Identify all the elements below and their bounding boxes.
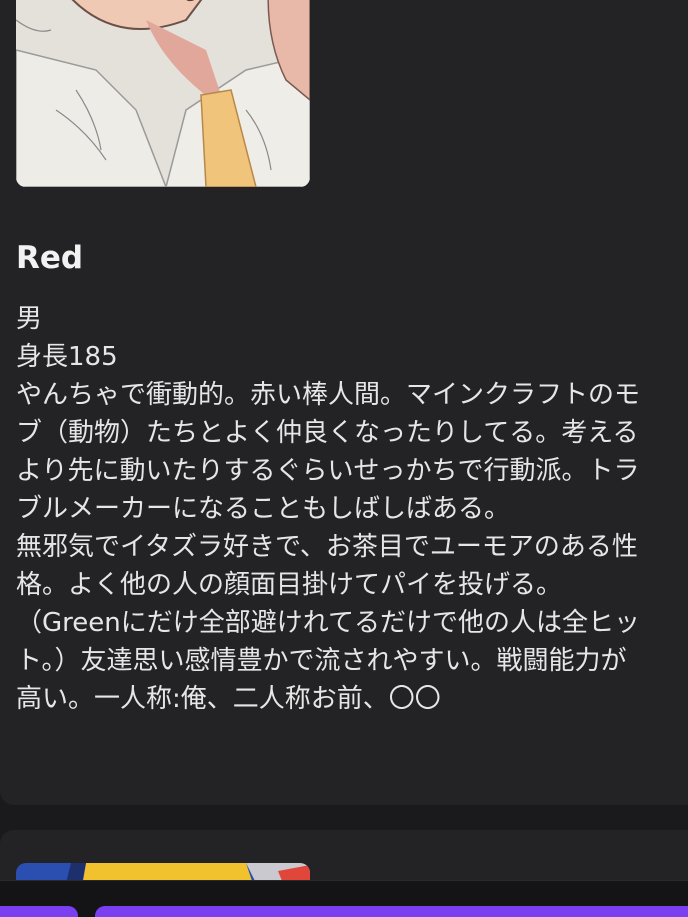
character-portrait[interactable] <box>16 0 310 187</box>
profile-line: （Greenにだけ全部避けれてるだけで他の人は全ヒッ <box>16 608 640 638</box>
profile-line: 無邪気でイタズラ好きで、お茶目でユーモアのある性 <box>16 532 638 562</box>
toolbar-right-button[interactable] <box>95 906 688 917</box>
profile-line: 身長185 <box>16 342 118 372</box>
character-name: Red <box>16 240 84 276</box>
bottom-toolbar <box>0 880 688 917</box>
profile-line: ト。）友達思い感情豊かで流されやすい。戦闘能力が <box>16 646 627 676</box>
toolbar-left-button[interactable] <box>0 906 78 917</box>
profile-line: ブルメーカーになることもしばしばある。 <box>16 494 511 524</box>
profile-line: 格。よく他の人の顔面目掛けてパイを投げる。 <box>16 570 563 600</box>
portrait-illustration-icon <box>16 0 310 187</box>
profile-line: 男 <box>16 304 43 334</box>
profile-line: 高い。一人称:俺、二人称お前、〇〇 <box>16 684 441 714</box>
profile-line: ブ（動物）たちとよく仲良くなったりしてる。考える <box>16 418 639 448</box>
character-profile-text: 男 身長185 やんちゃで衝動的。赤い棒人間。マインクラフトのモ ブ（動物）たち… <box>16 300 688 718</box>
character-card: Red 男 身長185 やんちゃで衝動的。赤い棒人間。マインクラフトのモ ブ（動… <box>0 0 688 805</box>
profile-line: より先に動いたりするぐらいせっかちで行動派。トラ <box>16 456 640 486</box>
character-list-page: Red 男 身長185 やんちゃで衝動的。赤い棒人間。マインクラフトのモ ブ（動… <box>0 0 688 917</box>
profile-line: やんちゃで衝動的。赤い棒人間。マインクラフトのモ <box>16 380 641 410</box>
